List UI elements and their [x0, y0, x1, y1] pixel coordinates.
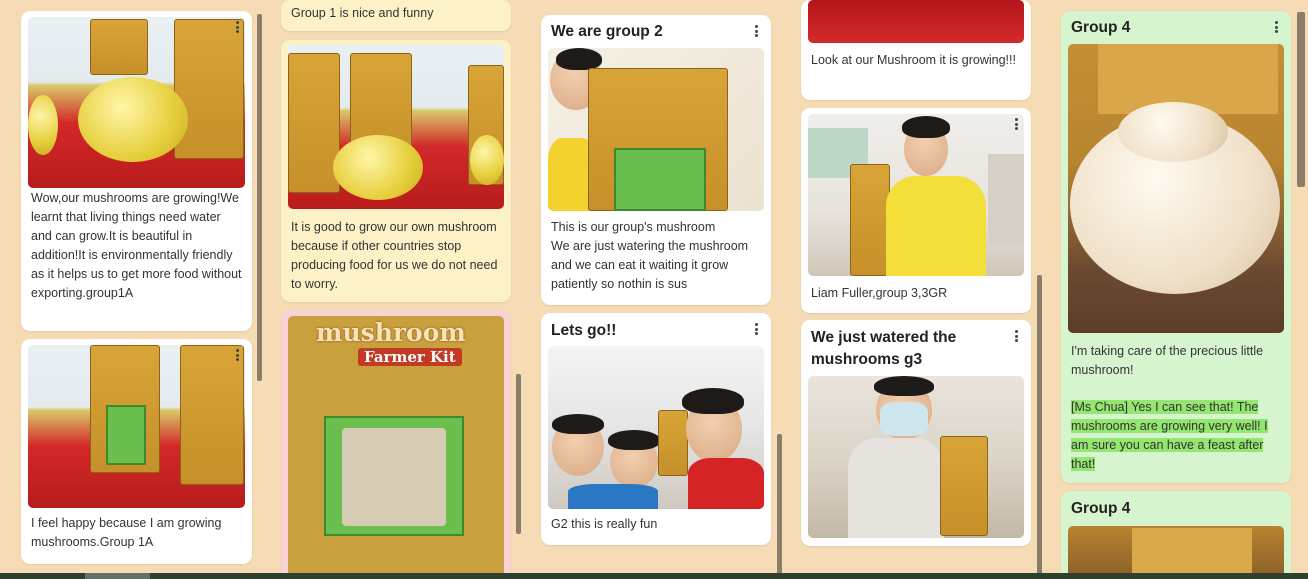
- more-options-icon[interactable]: [230, 19, 244, 35]
- column-scrollbar[interactable]: [257, 14, 262, 381]
- post-card[interactable]: We just watered the mushrooms g3: [801, 320, 1031, 546]
- horizontal-scrollbar-thumb[interactable]: [85, 573, 150, 579]
- student-shirt: [568, 484, 658, 509]
- student-hair: [682, 388, 744, 414]
- padlet-board: Wow,our mushrooms are growing!We learnt …: [0, 0, 1308, 579]
- more-options-icon[interactable]: [749, 321, 763, 337]
- teacher-comment-text: [Ms Chua] Yes I can see that! The mushro…: [1071, 400, 1268, 471]
- mushroom: [470, 135, 504, 185]
- post-title: Group 4: [1071, 500, 1131, 517]
- student-hair: [902, 116, 950, 138]
- post-title: Lets go!!: [551, 322, 617, 339]
- post-card[interactable]: Group 1 is nice and funny: [281, 0, 511, 31]
- kit-window: [614, 148, 706, 211]
- post-image[interactable]: [808, 114, 1024, 276]
- kit-window: [324, 416, 464, 536]
- post-image[interactable]: [1068, 526, 1284, 579]
- post-image[interactable]: [548, 346, 764, 509]
- mushroom: [78, 77, 188, 162]
- more-options-icon[interactable]: [1269, 19, 1283, 35]
- mushroom: [1118, 102, 1228, 162]
- student-shirt: [886, 176, 986, 276]
- post-body: This is our group's mushroom We are just…: [551, 220, 749, 291]
- kit-box: [180, 345, 244, 485]
- board-scrollbar[interactable]: [1297, 12, 1305, 187]
- post-card[interactable]: It is good to grow our own mushroom beca…: [281, 40, 511, 302]
- more-options-icon[interactable]: [1009, 328, 1023, 344]
- post-image[interactable]: [808, 0, 1024, 43]
- post-body: Liam Fuller,group 3,3GR: [811, 286, 948, 300]
- post-title: We just watered the mushrooms g3: [811, 329, 957, 368]
- mushroom: [333, 135, 423, 200]
- post-image[interactable]: [808, 376, 1024, 538]
- post-card[interactable]: Wow,our mushrooms are growing!We learnt …: [21, 11, 252, 331]
- post-image[interactable]: [548, 48, 764, 211]
- post-body: It is good to grow our own mushroom beca…: [291, 220, 498, 291]
- post-body: I'm taking care of the precious little m…: [1071, 344, 1264, 377]
- post-body: Wow,our mushrooms are growing!We learnt …: [31, 191, 242, 300]
- kit-logo-sub: Farmer Kit: [358, 348, 462, 366]
- student-hair: [608, 430, 660, 450]
- post-title: Group 4: [1071, 19, 1131, 36]
- post-card[interactable]: Lets go!! G2 this is really fun: [541, 313, 771, 545]
- kit-box: [90, 19, 148, 75]
- kit-box: [288, 53, 340, 193]
- student-shirt: [688, 458, 764, 509]
- post-image[interactable]: mushroom Farmer Kit: [288, 316, 504, 579]
- post-card[interactable]: I feel happy because I am growing mushro…: [21, 339, 252, 564]
- face-mask: [880, 402, 928, 436]
- student-shirt: [848, 438, 944, 538]
- kit-box: [850, 164, 890, 276]
- post-card[interactable]: We are group 2 This is our group's mushr…: [541, 15, 771, 305]
- column-scrollbar[interactable]: [777, 434, 782, 574]
- wall-panel: [988, 154, 1024, 244]
- student-hair: [556, 48, 602, 70]
- post-title: We are group 2: [551, 23, 663, 40]
- column-scrollbar[interactable]: [1037, 275, 1042, 575]
- more-options-icon[interactable]: [749, 23, 763, 39]
- post-card[interactable]: mushroom Farmer Kit: [281, 311, 511, 579]
- post-image[interactable]: [1068, 44, 1284, 333]
- more-options-icon[interactable]: [1009, 116, 1023, 132]
- kit-window: [106, 405, 146, 465]
- post-body: G2 this is really fun: [551, 517, 658, 531]
- post-image[interactable]: [28, 345, 245, 508]
- student-hair: [874, 376, 934, 396]
- student-hair: [552, 414, 604, 434]
- post-body: Look at our Mushroom it is growing!!!: [811, 53, 1016, 67]
- kit-box: [940, 436, 988, 536]
- more-options-icon[interactable]: [230, 347, 244, 363]
- post-card[interactable]: Liam Fuller,group 3,3GR: [801, 108, 1031, 313]
- mushroom: [28, 95, 58, 155]
- kit-logo: mushroom: [316, 318, 466, 347]
- post-card[interactable]: Group 4: [1061, 491, 1291, 579]
- post-image[interactable]: [288, 45, 504, 209]
- column-scrollbar[interactable]: [516, 374, 521, 534]
- post-body: Group 1 is nice and funny: [291, 6, 434, 20]
- post-card[interactable]: Look at our Mushroom it is growing!!!: [801, 0, 1031, 100]
- kit-box: [1132, 528, 1252, 579]
- post-card[interactable]: Group 4 I'm taking care of the precious …: [1061, 11, 1291, 483]
- post-image[interactable]: [28, 17, 245, 188]
- horizontal-scrollbar[interactable]: [0, 573, 1308, 579]
- kit-box: [174, 19, 244, 159]
- kit-box: [658, 410, 688, 476]
- teacher-comment: [Ms Chua] Yes I can see that! The mushro…: [1071, 398, 1281, 474]
- post-body: I feel happy because I am growing mushro…: [31, 516, 222, 549]
